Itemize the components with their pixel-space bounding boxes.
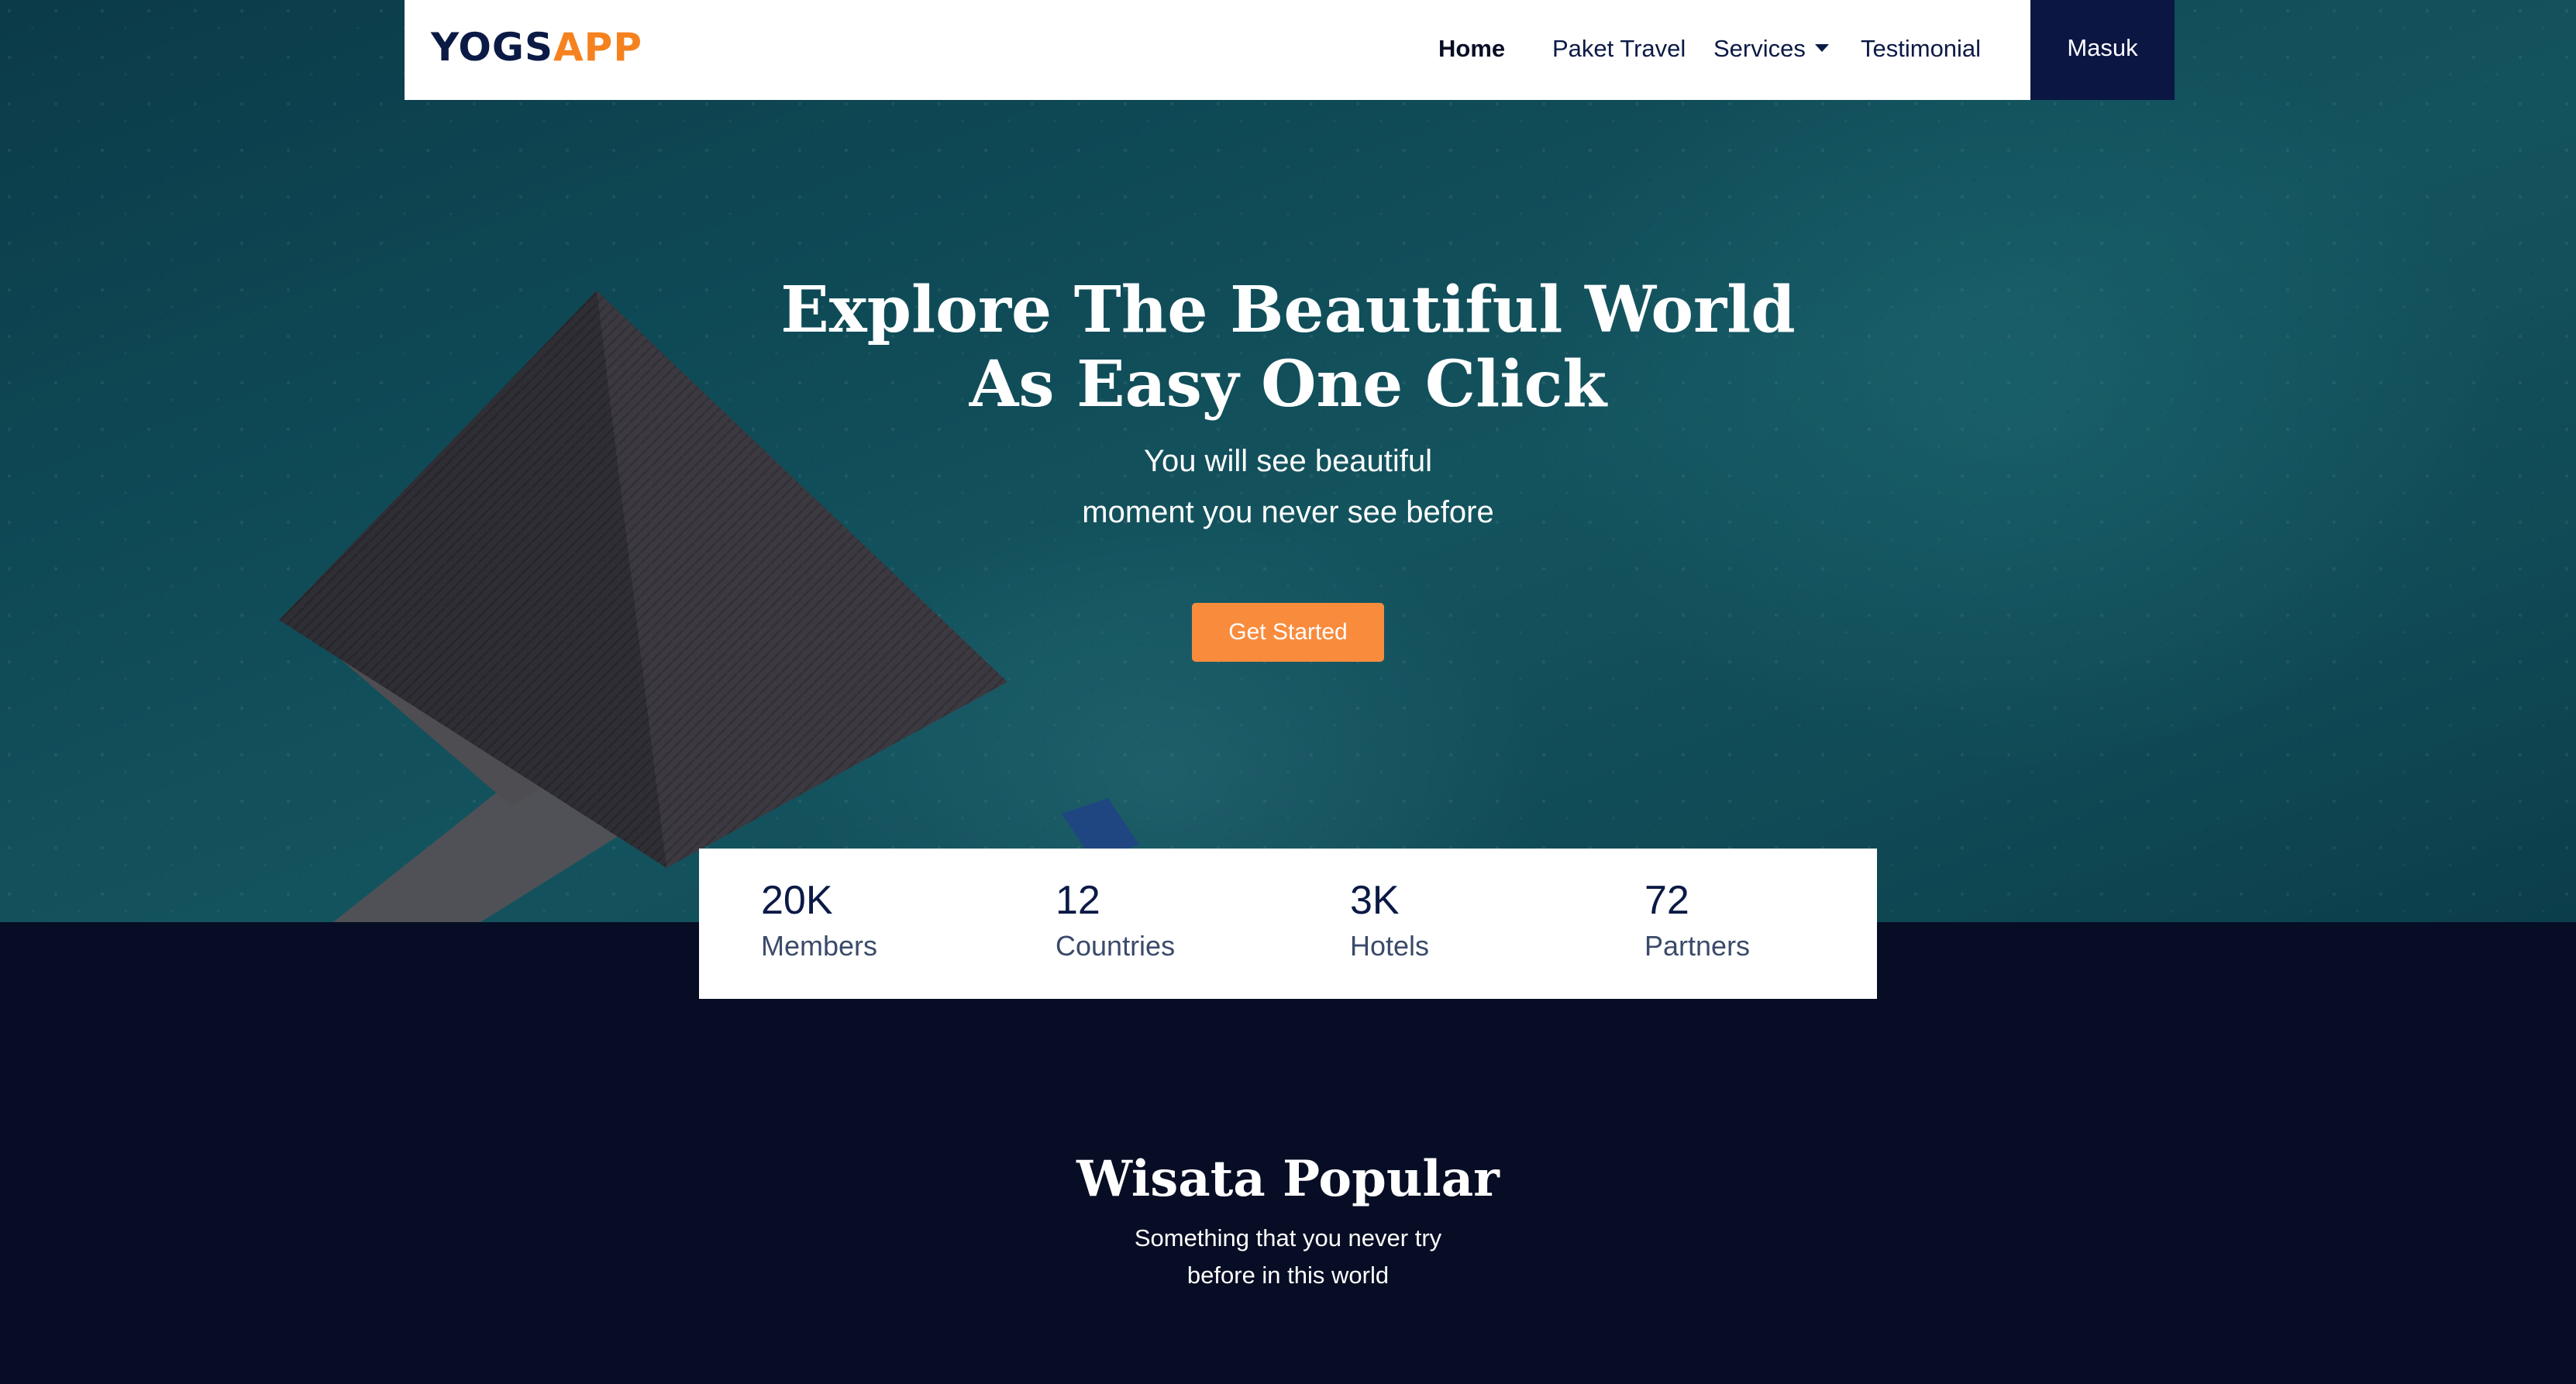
hero-content: Explore The Beautiful World As Easy One … (0, 273, 2576, 662)
stat-countries: 12 Countries (1056, 876, 1175, 968)
stat-label: Hotels (1350, 930, 1430, 962)
top-navbar: YOGSAPP Home Paket Travel Services Testi… (405, 0, 2175, 100)
stat-value: 20K (761, 878, 833, 923)
stat-value: 72 (1644, 878, 1689, 923)
login-button[interactable]: Masuk (2030, 0, 2175, 100)
stat-members: 20K Members (761, 876, 877, 968)
stat-label: Members (761, 930, 878, 962)
nav-item-services[interactable]: Services (1713, 33, 1829, 65)
popular-section: Wisata Popular Something that you never … (0, 1147, 2576, 1294)
stat-value: 12 (1056, 878, 1100, 923)
section-subtitle-line-2: before in this world (1186, 1262, 1390, 1289)
stats-card: 20K Members 12 Countries 3K Hotels 72 Pa… (699, 849, 1877, 999)
section-subtitle: Something that you never try before in t… (0, 1220, 2576, 1294)
nav-item-home[interactable]: Home (1438, 33, 1505, 65)
hero-title-line-1: Explore The Beautiful World (780, 273, 1796, 347)
hero-subtitle-line-2: moment you never see before (1082, 495, 1494, 529)
nav-links: Home Paket Travel Services Testimonial (405, 0, 2175, 100)
stat-partners: 72 Partners (1644, 876, 1750, 968)
chevron-down-icon (1814, 43, 1829, 52)
section-title: Wisata Popular (1076, 1150, 1500, 1208)
nav-item-testimonial[interactable]: Testimonial (1861, 33, 1981, 65)
nav-item-paket-travel[interactable]: Paket Travel (1552, 33, 1686, 65)
hero-title: Explore The Beautiful World As Easy One … (746, 273, 1830, 422)
hero-subtitle-line-1: You will see beautiful (1143, 444, 1433, 478)
stat-label: Countries (1056, 930, 1176, 962)
stat-label: Partners (1644, 930, 1751, 962)
nav-item-services-label: Services (1713, 35, 1806, 62)
hero-title-line-2: As Easy One Click (969, 347, 1607, 422)
stat-value: 3K (1350, 878, 1400, 923)
section-subtitle-line-1: Something that you never try (1134, 1224, 1442, 1251)
stat-hotels: 3K Hotels (1350, 876, 1429, 968)
hero-subtitle: You will see beautiful moment you never … (939, 436, 1637, 538)
get-started-button[interactable]: Get Started (1192, 603, 1384, 662)
